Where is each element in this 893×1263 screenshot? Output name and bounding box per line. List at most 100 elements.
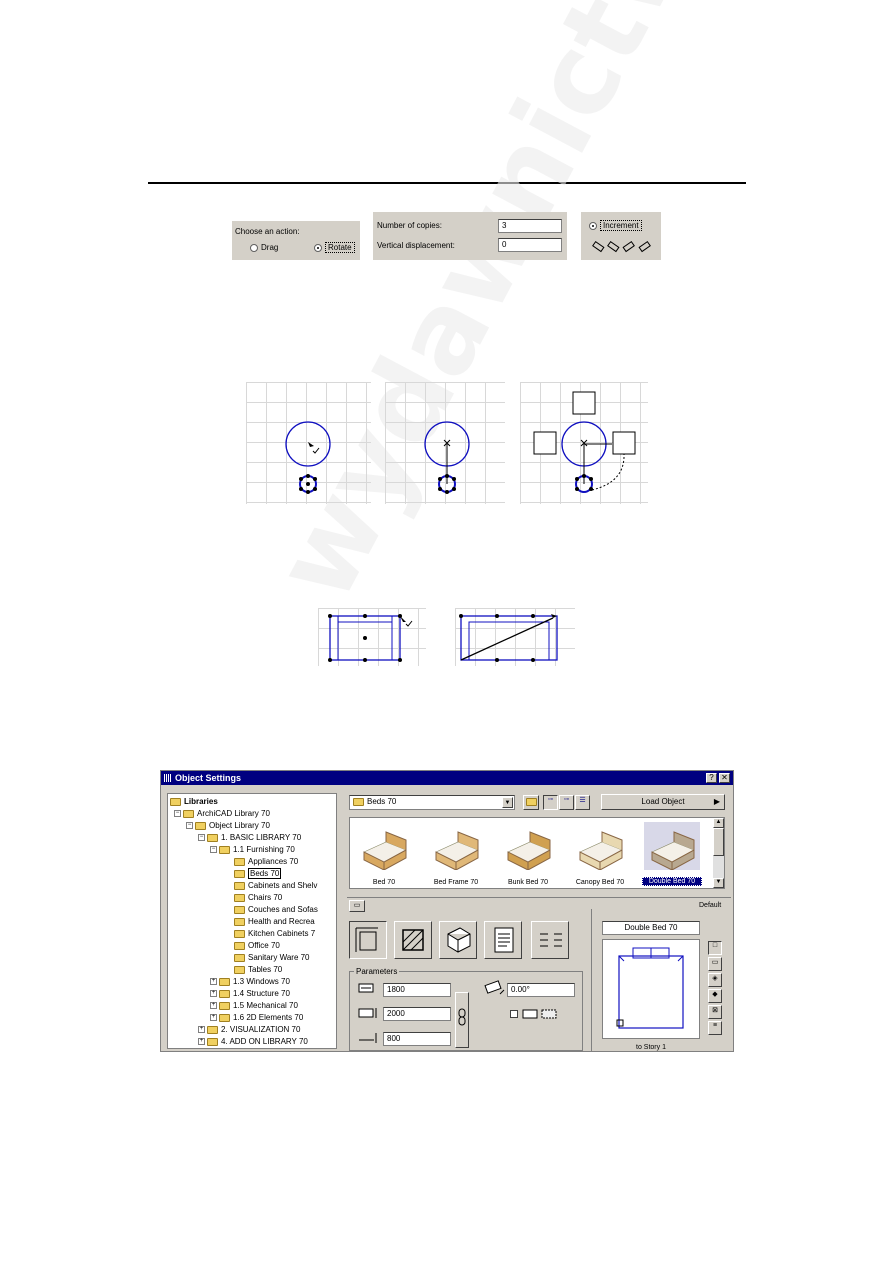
increment-panel: Increment xyxy=(581,212,661,260)
properties-icon xyxy=(540,933,562,947)
tree-item-label: Health and Recrea xyxy=(248,917,315,926)
tree-item-label: 1.3 Windows 70 xyxy=(233,977,290,986)
close-button[interactable]: ✕ xyxy=(719,773,730,783)
tree-item[interactable]: Appliances 70 xyxy=(234,856,298,868)
collapse-icon[interactable]: − xyxy=(210,846,217,854)
param-a-input[interactable]: 1800 xyxy=(383,983,451,997)
tree-item-label: 2. VISUALIZATION 70 xyxy=(221,1025,301,1034)
object-thumbnail[interactable]: Bed Frame 70 xyxy=(426,822,486,886)
stretch-diagram-1 xyxy=(318,608,426,666)
object-thumbnail[interactable]: Double Bed 70 xyxy=(642,822,702,886)
expand-icon[interactable]: + xyxy=(210,978,217,986)
radio-circle-icon xyxy=(250,243,258,252)
angle-input[interactable]: 0.00° xyxy=(507,983,575,997)
tree-item[interactable]: Couches and Sofas xyxy=(234,904,318,916)
param-b-input[interactable]: 2000 xyxy=(383,1007,451,1021)
listing-tab[interactable] xyxy=(484,921,522,959)
view-side-icon[interactable]: ▭ xyxy=(708,957,722,971)
tree-item[interactable]: Libraries xyxy=(170,796,218,808)
floor-plan-tab[interactable] xyxy=(394,921,432,959)
displacement-input[interactable]: 0 xyxy=(498,238,562,252)
expand-icon[interactable]: + xyxy=(210,990,217,998)
tree-item[interactable]: Office 70 xyxy=(234,940,280,952)
watermark: wydawnictwo helion xyxy=(250,0,893,621)
properties-tab[interactable] xyxy=(531,921,569,959)
view-small-icons-button[interactable]: ▫▫ xyxy=(559,795,574,810)
tree-item[interactable]: +1.5 Mechanical 70 xyxy=(210,1000,298,1012)
chevron-down-icon[interactable]: ▼ xyxy=(502,797,513,808)
length-b-icon xyxy=(358,1008,377,1018)
width-a-icon xyxy=(358,983,374,993)
param-height-input[interactable]: 800 xyxy=(383,1032,451,1046)
tree-item[interactable]: − Object Library 70 xyxy=(186,820,270,832)
scroll-down-icon[interactable]: ▼ xyxy=(713,878,724,888)
object-thumbnail[interactable]: Bunk Bed 70 xyxy=(498,822,558,886)
tree-item-label: Chairs 70 xyxy=(248,893,283,902)
story-label: to Story 1 xyxy=(636,1044,666,1051)
increment-radio[interactable]: Increment xyxy=(589,220,642,231)
collapse-icon[interactable]: − xyxy=(198,834,205,842)
tree-item[interactable]: − 1. BASIC LIBRARY 70 xyxy=(198,832,301,844)
tree-item[interactable]: Tables 70 xyxy=(234,964,282,976)
tree-item[interactable]: +1.3 Windows 70 xyxy=(210,976,290,988)
default-label: Default xyxy=(699,902,722,909)
view-plan-icon[interactable]: □ xyxy=(708,941,722,955)
mirror-checkbox[interactable] xyxy=(510,1010,518,1018)
document-icon xyxy=(494,927,514,953)
expand-icon[interactable]: + xyxy=(210,1002,217,1010)
object-thumbnail[interactable]: Bed 70 xyxy=(354,822,414,886)
radio-checked-icon xyxy=(589,221,597,230)
model-tab[interactable] xyxy=(439,921,477,959)
tree-item[interactable]: Sanitary Ware 70 xyxy=(234,952,310,964)
expand-icon[interactable]: + xyxy=(210,1014,217,1022)
tree-item[interactable]: − 1.1 Furnishing 70 xyxy=(210,844,295,856)
rotate-radio[interactable]: Rotate xyxy=(314,242,355,253)
drag-radio[interactable]: Drag xyxy=(250,243,278,252)
tree-item[interactable]: +4. ADD ON LIBRARY 70 xyxy=(198,1036,308,1048)
view-3d-icon[interactable]: ◆ xyxy=(708,989,722,1003)
bed-icon xyxy=(644,822,700,871)
view-section-icon[interactable]: ⊠ xyxy=(708,1005,722,1019)
expand-icon[interactable]: + xyxy=(198,1038,205,1046)
view-axon-icon[interactable]: ◈ xyxy=(708,973,722,987)
copies-input[interactable]: 3 xyxy=(498,219,562,233)
rotate-diagram-1 xyxy=(246,382,371,504)
open-folder-button[interactable] xyxy=(523,795,539,810)
thumbnail-scrollbar[interactable]: ▲ ▼ xyxy=(713,818,724,888)
scroll-up-icon[interactable]: ▲ xyxy=(713,818,724,828)
collapse-icon[interactable]: − xyxy=(186,822,193,830)
parameters-tab[interactable] xyxy=(349,921,387,959)
tree-item[interactable]: +1.6 2D Elements 70 xyxy=(210,1012,303,1024)
collapse-icon[interactable]: − xyxy=(174,810,181,818)
tree-item[interactable]: Chairs 70 xyxy=(234,892,282,904)
load-object-button[interactable]: Load Object ▶ xyxy=(601,794,725,810)
view-large-icons-button[interactable]: ▫▫ xyxy=(543,795,558,810)
view-list-button[interactable]: ☰ xyxy=(575,795,590,810)
object-thumbnail[interactable]: Canopy Bed 70 xyxy=(570,822,630,886)
chain-icon xyxy=(458,1008,466,1026)
settings-toggle-button[interactable]: ▭ xyxy=(349,900,365,912)
library-tree[interactable]: Libraries − ArchiCAD Library 70− Object Lib… xyxy=(167,793,337,1049)
chain-link-button[interactable] xyxy=(455,992,469,1048)
folder-select[interactable]: Beds 70 ▼ xyxy=(349,795,515,810)
angle-icon xyxy=(484,980,505,995)
tree-item[interactable]: +1.4 Structure 70 xyxy=(210,988,290,1000)
folder-icon xyxy=(219,1013,230,1022)
folder-icon xyxy=(234,953,245,962)
tree-item[interactable]: +2. VISUALIZATION 70 xyxy=(198,1024,300,1036)
tree-item-label: 1.1 Furnishing 70 xyxy=(233,845,295,854)
view-list-icon[interactable]: ≡ xyxy=(708,1021,722,1035)
tree-item[interactable]: Beds 70 xyxy=(234,868,282,880)
library-icon xyxy=(164,774,172,782)
increment-modes-icon[interactable] xyxy=(591,240,655,256)
tree-item[interactable]: − ArchiCAD Library 70 xyxy=(174,808,270,820)
copies-panel: Number of copies: 3 Vertical displacemen… xyxy=(373,212,567,260)
expand-icon[interactable]: + xyxy=(198,1026,205,1034)
rotate-diagram-2 xyxy=(385,382,505,504)
tree-item[interactable]: Cabinets and Shelv xyxy=(234,880,317,892)
tree-item[interactable]: Health and Recrea xyxy=(234,916,315,928)
tree-item[interactable]: Kitchen Cabinets 7 xyxy=(234,928,315,940)
tree-item-label: Couches and Sofas xyxy=(248,905,318,914)
scroll-thumb[interactable] xyxy=(713,828,724,856)
help-button[interactable]: ? xyxy=(706,773,717,783)
